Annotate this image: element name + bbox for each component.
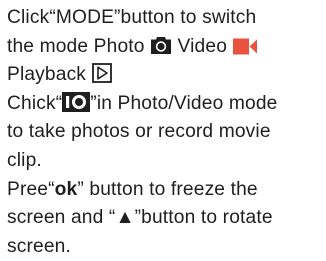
clip-text: clip. <box>7 149 42 171</box>
rotate-text: ”button to rotate <box>134 207 273 229</box>
instruction-line-freeze: Pree“ok” button to freeze the <box>7 176 323 205</box>
modes-intro-text: the mode Photo <box>7 35 151 57</box>
rotate-intro-text: screen and “ <box>7 207 116 229</box>
camera-icon <box>150 36 172 55</box>
instruction-text: Click“MODE”button to switch the mode Pho… <box>7 4 323 261</box>
playback-icon <box>91 63 112 84</box>
shutter-intro-text: Chick“ <box>7 92 63 114</box>
video-label: Video <box>172 35 233 57</box>
freeze-text: ” button to freeze the <box>77 178 258 200</box>
instruction-line-playback: Playback <box>7 61 323 90</box>
screen-text: screen. <box>7 235 71 257</box>
shutter-mode-text: ”in Photo/Video mode <box>90 92 278 114</box>
mode-switch-text: Click“MODE”button to switch <box>7 7 257 28</box>
video-camera-icon <box>232 38 257 55</box>
take-photos-text: to take photos or record movie <box>7 121 271 143</box>
ok-key-label: ok <box>54 178 78 200</box>
instruction-line-clip: clip. <box>7 147 323 176</box>
instruction-line-screen: screen. <box>7 233 323 261</box>
freeze-intro-text: Pree“ <box>7 178 55 200</box>
instruction-line-take-photos: to take photos or record movie <box>7 118 323 147</box>
up-arrow-icon: ▲ <box>115 207 135 229</box>
shutter-button-icon <box>62 91 91 112</box>
instruction-line-shutter: Chick“ ”in Photo/Video mode <box>7 90 323 119</box>
instruction-line-mode: Click“MODE”button to switch <box>7 4 323 33</box>
instruction-line-modes: the mode Photo Video <box>7 33 323 62</box>
instruction-line-rotate: screen and “▲”button to rotate <box>7 204 323 233</box>
playback-label: Playback <box>7 64 92 86</box>
